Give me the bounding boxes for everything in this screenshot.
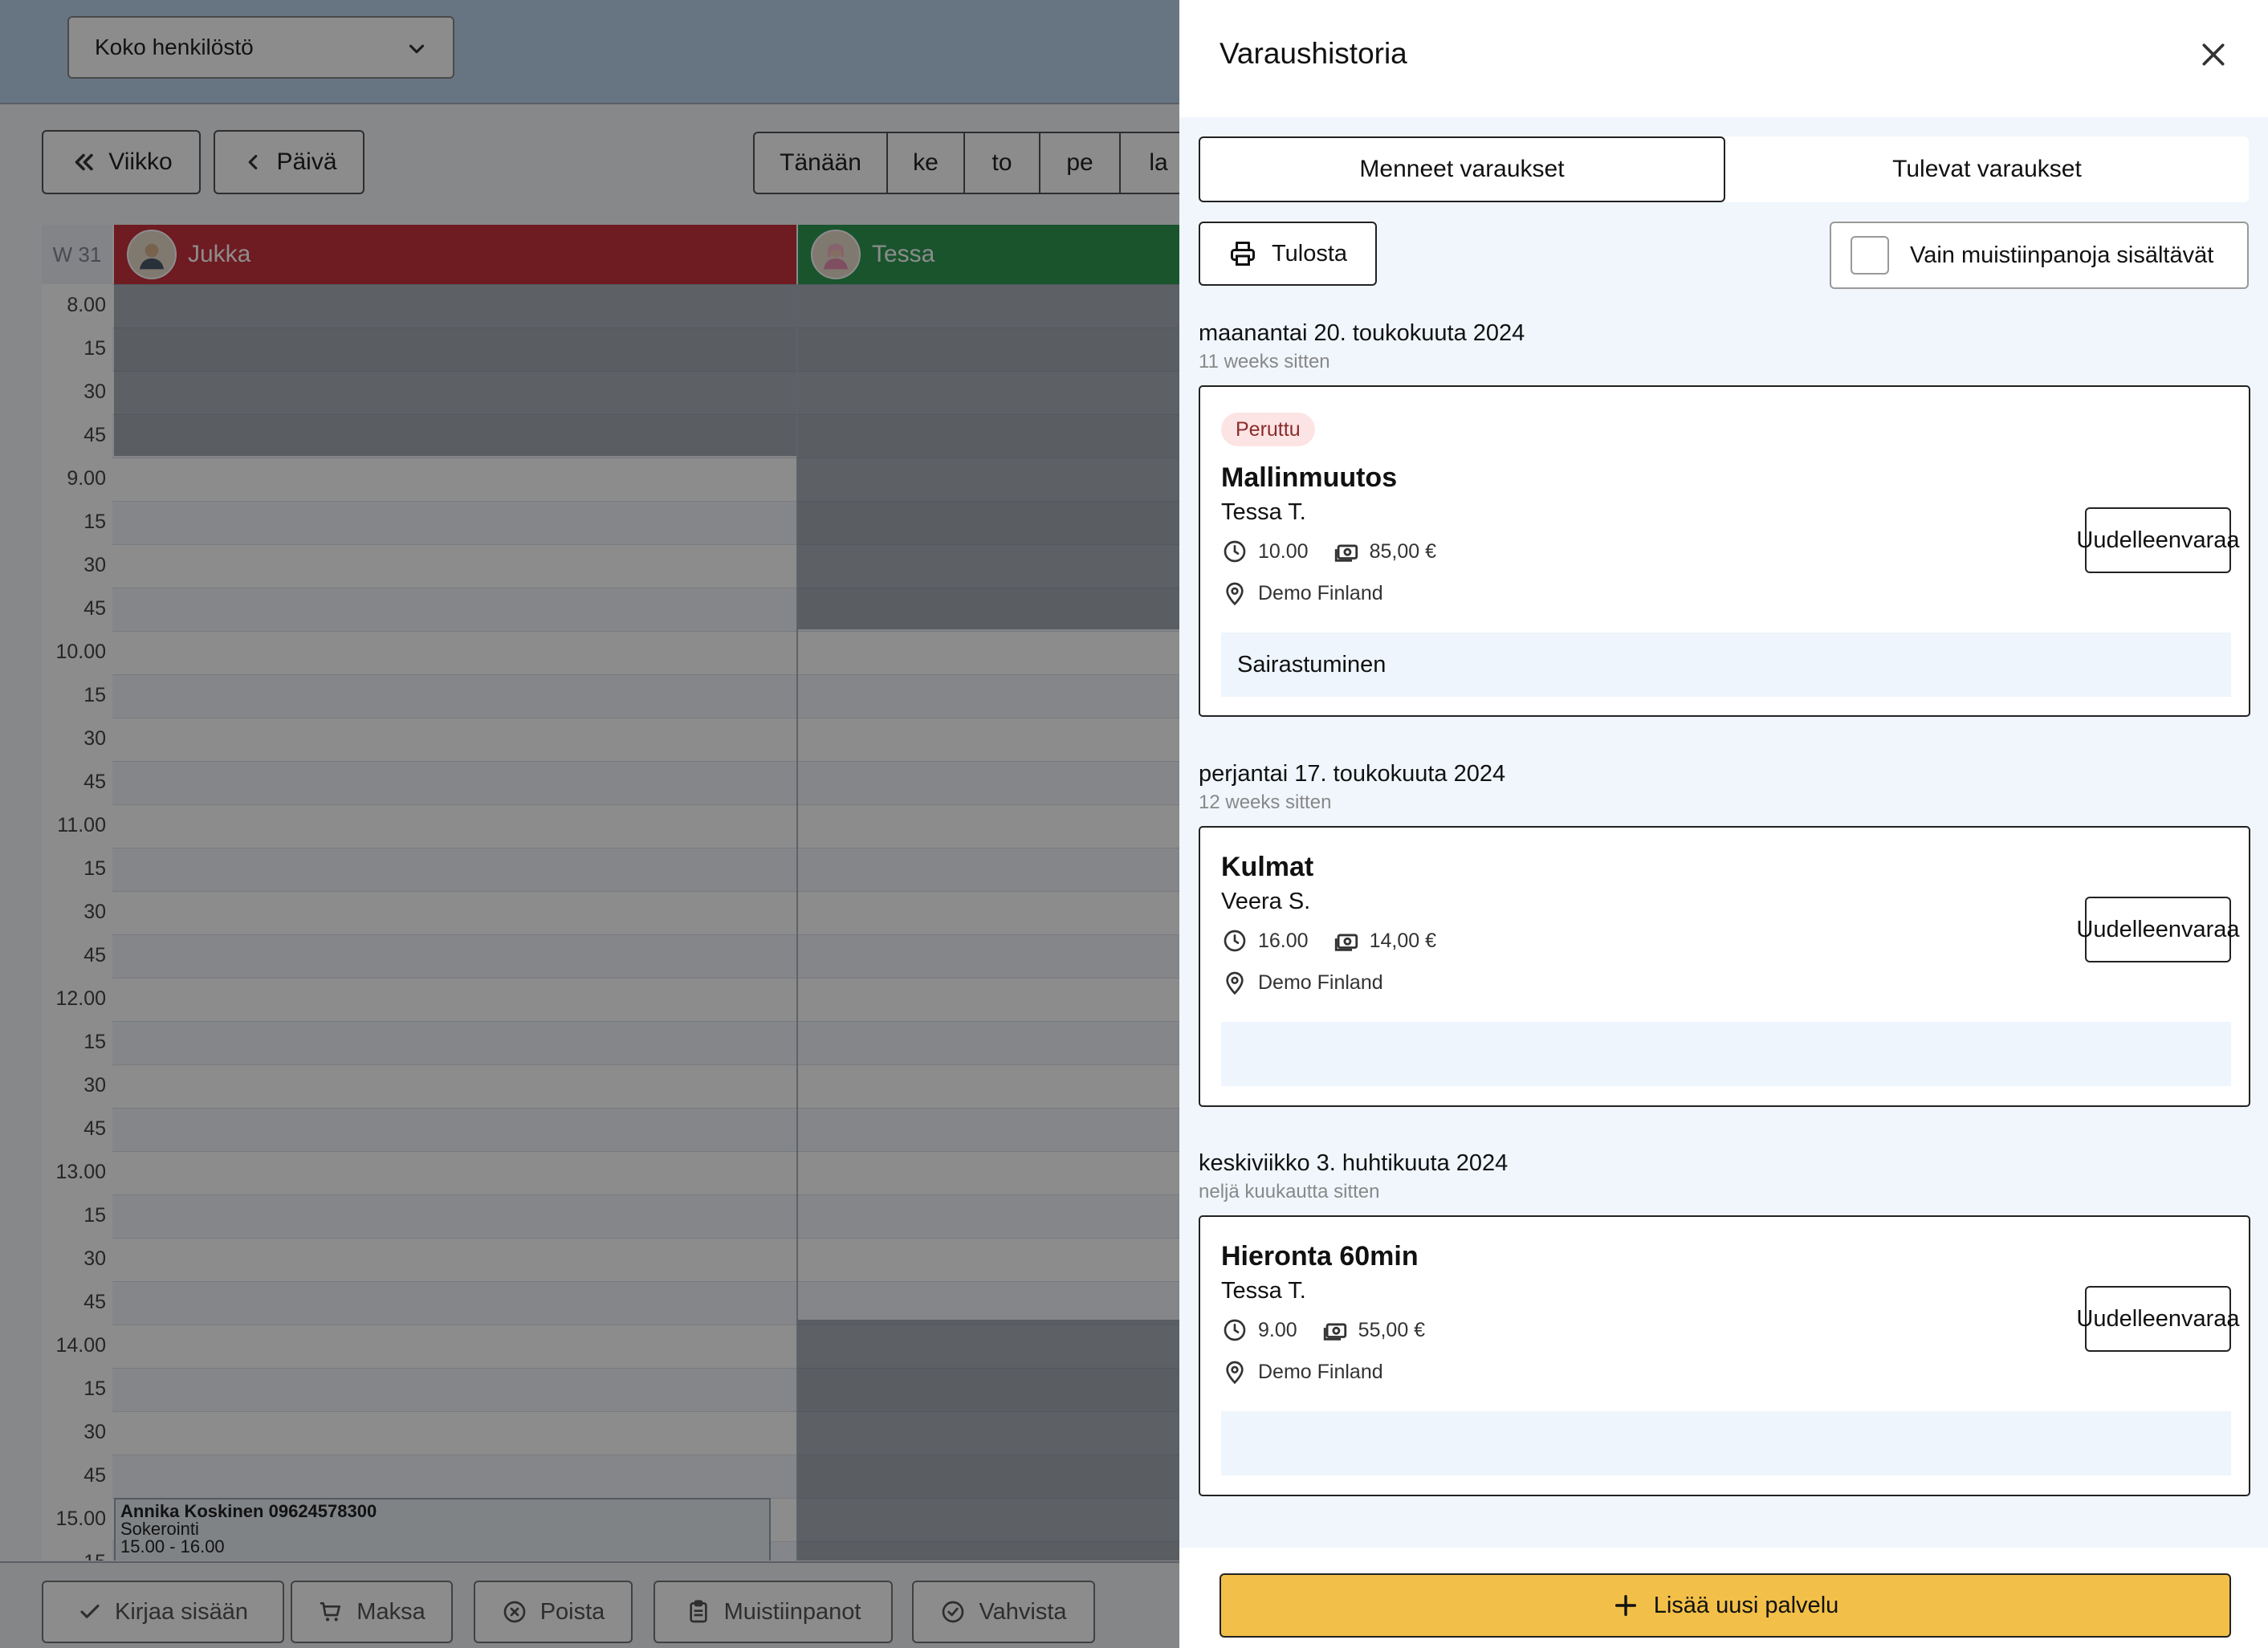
booking-price: 85,00 € xyxy=(1369,539,1436,563)
booking-location: Demo Finland xyxy=(1221,1358,1383,1386)
booking-meta: 10.00 85,00 € xyxy=(1221,538,1436,565)
clock-icon xyxy=(1221,538,1248,565)
location-pin-icon xyxy=(1221,969,1248,996)
tab-past-bookings[interactable]: Menneet varaukset xyxy=(1199,136,1725,202)
booking-service: Kulmat xyxy=(1221,852,1314,882)
history-group-relative: 12 weeks sitten xyxy=(1199,791,1332,813)
add-service-button[interactable]: Lisää uusi palvelu xyxy=(1220,1573,2231,1638)
money-icon xyxy=(1333,538,1360,565)
booking-meta: 16.00 14,00 € xyxy=(1221,927,1436,954)
add-service-label: Lisää uusi palvelu xyxy=(1653,1592,1839,1618)
booking-note xyxy=(1221,1022,2231,1086)
booking-note xyxy=(1221,1411,2231,1475)
status-badge: Peruttu xyxy=(1221,413,1315,446)
history-group-relative: neljä kuukautta sitten xyxy=(1199,1181,1380,1202)
booking-card: Kulmat Veera S. 16.00 14,00 € Demo Finla… xyxy=(1199,826,2250,1107)
print-button[interactable]: Tulosta xyxy=(1199,222,1377,286)
booking-location: Demo Finland xyxy=(1221,580,1383,607)
plus-icon xyxy=(1614,1594,1636,1617)
booking-meta: 9.00 55,00 € xyxy=(1221,1316,1425,1344)
booking-time: 16.00 xyxy=(1258,929,1309,952)
booking-price: 55,00 € xyxy=(1358,1318,1426,1341)
booking-note: Sairastuminen xyxy=(1221,633,2231,697)
rebook-button[interactable]: Uudelleenvaraa xyxy=(2076,897,2240,962)
booking-location: Demo Finland xyxy=(1221,969,1383,996)
location-pin-icon xyxy=(1221,1358,1248,1386)
close-button[interactable] xyxy=(2196,37,2231,72)
history-group-date: perjantai 17. toukokuuta 2024 xyxy=(1199,761,1506,787)
location-pin-icon xyxy=(1221,580,1248,607)
booking-location-name: Demo Finland xyxy=(1258,970,1383,994)
booking-time: 9.00 xyxy=(1258,1318,1297,1341)
money-icon xyxy=(1321,1316,1349,1344)
drawer-header: Varaushistoria xyxy=(1179,0,2268,117)
drawer-title: Varaushistoria xyxy=(1220,37,1407,70)
booking-service: Hieronta 60min xyxy=(1221,1241,1419,1272)
money-icon xyxy=(1333,927,1360,954)
booking-card: Hieronta 60min Tessa T. 9.00 55,00 € Dem… xyxy=(1199,1215,2250,1496)
booking-history-drawer: Varaushistoria Menneet varaukset Tulevat… xyxy=(1179,0,2268,1648)
clock-icon xyxy=(1221,1316,1248,1344)
booking-location-name: Demo Finland xyxy=(1258,1360,1383,1383)
history-group-relative: 11 weeks sitten xyxy=(1199,351,1330,372)
booking-service: Mallinmuutos xyxy=(1221,462,1398,493)
rebook-button[interactable]: Uudelleenvaraa xyxy=(2076,1286,2240,1352)
booking-location-name: Demo Finland xyxy=(1258,581,1383,604)
printer-icon xyxy=(1230,242,1255,266)
booking-staff: Veera S. xyxy=(1221,889,1311,914)
notes-only-label: Vain muistiinpanoja sisältävät xyxy=(1910,242,2214,268)
close-icon xyxy=(2202,43,2225,66)
history-group-date: keskiviikko 3. huhtikuuta 2024 xyxy=(1199,1150,1509,1176)
booking-card: Peruttu Mallinmuutos Tessa T. 10.00 85,0… xyxy=(1199,385,2250,717)
tab-upcoming-bookings[interactable]: Tulevat varaukset xyxy=(1725,136,2249,202)
booking-price: 14,00 € xyxy=(1369,929,1436,952)
booking-staff: Tessa T. xyxy=(1221,499,1306,525)
clock-icon xyxy=(1221,927,1248,954)
drawer-footer: Lisää uusi palvelu xyxy=(1179,1548,2268,1648)
history-group-date: maanantai 20. toukokuuta 2024 xyxy=(1199,320,1525,346)
booking-staff: Tessa T. xyxy=(1221,1278,1306,1304)
rebook-button[interactable]: Uudelleenvaraa xyxy=(2076,507,2240,573)
booking-time: 10.00 xyxy=(1258,539,1309,563)
notes-only-checkbox[interactable] xyxy=(1851,236,1889,275)
notes-only-filter[interactable]: Vain muistiinpanoja sisältävät xyxy=(1830,222,2249,289)
history-tabs: Menneet varaukset Tulevat varaukset xyxy=(1199,136,2249,202)
print-label: Tulosta xyxy=(1271,240,1348,267)
